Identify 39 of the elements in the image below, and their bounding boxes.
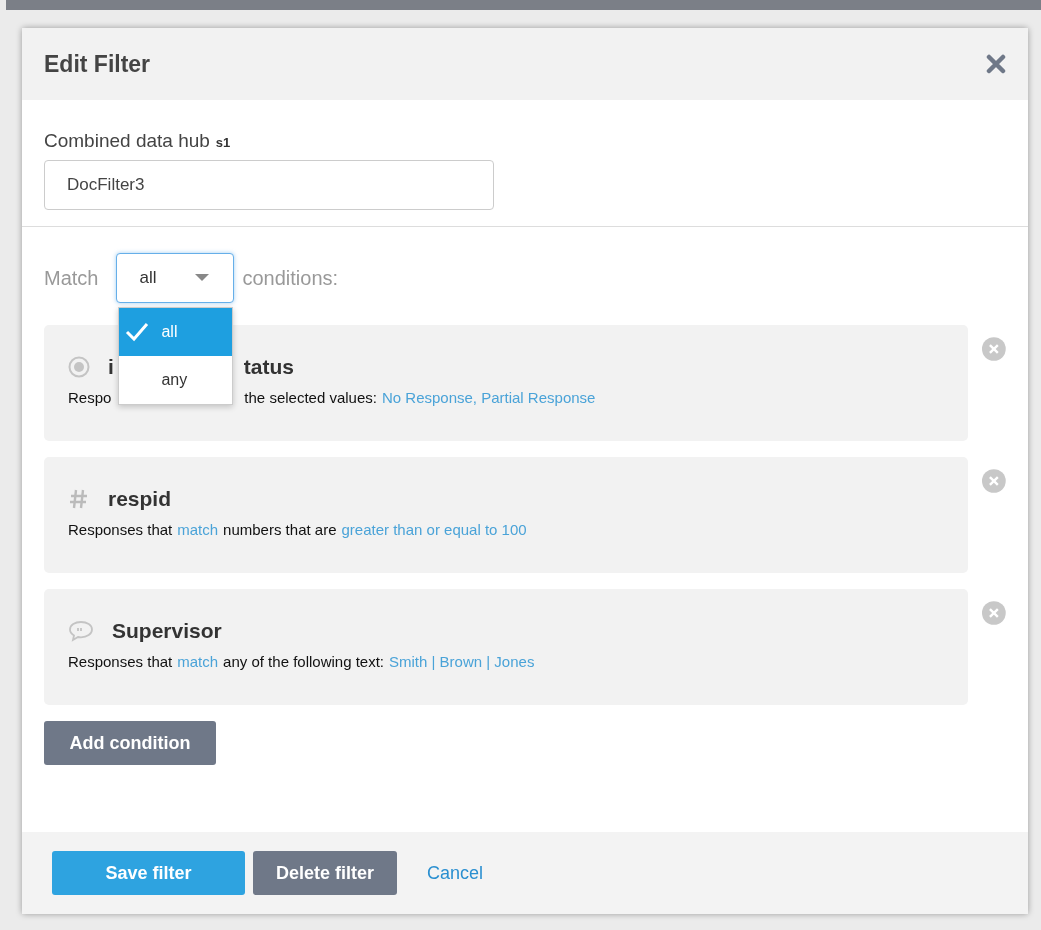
check-icon — [125, 322, 150, 342]
condition-title: respid — [108, 487, 172, 511]
speech-bubble-icon — [68, 620, 94, 642]
condition-text: the selected values: — [244, 389, 377, 406]
condition-card[interactable]: Supervisor Responses that match any of the following text: Smith | Brown | Jones — [44, 589, 969, 705]
field-label: Combined data hub — [44, 130, 210, 152]
condition-title: tatus — [243, 355, 295, 379]
dialog-title: Edit Filter — [44, 50, 151, 78]
remove-icon[interactable] — [982, 601, 1006, 625]
radio-icon — [68, 356, 90, 378]
caret-icon — [195, 274, 210, 282]
close-icon[interactable] — [986, 54, 1006, 74]
condition-card[interactable]: respid Responses that match numbers that are greater than or equal to 100 — [44, 457, 969, 573]
condition-text: Respo — [68, 389, 112, 406]
condition-title: Supervisor — [112, 619, 222, 643]
condition-link[interactable]: greater than or equal to 100 — [341, 521, 527, 538]
condition-title: i — [108, 355, 114, 379]
condition-link[interactable]: match — [177, 653, 219, 670]
cancel-link[interactable]: Cancel — [405, 851, 506, 895]
save-button[interactable]: Save filter — [52, 851, 245, 895]
condition-text: any of the following text: — [223, 653, 385, 670]
remove-icon[interactable] — [982, 469, 1006, 493]
condition-link[interactable]: Smith | Brown | Jones — [389, 653, 535, 670]
condition-text: numbers that are — [223, 521, 337, 538]
match-label: Match — [44, 266, 99, 290]
condition-text: Responses that — [68, 653, 173, 670]
filter-name-field[interactable]: DocFilter3 — [44, 160, 494, 210]
condition-link[interactable]: No Response, Partial Response — [381, 389, 596, 406]
match-suffix: conditions: — [242, 266, 339, 290]
condition-link[interactable]: match — [177, 521, 219, 538]
remove-icon[interactable] — [982, 337, 1006, 361]
condition-text: Responses that — [68, 521, 173, 538]
hash-icon — [68, 488, 90, 510]
add-condition-button[interactable]: Add condition — [44, 721, 216, 765]
dropdown-option[interactable]: all — [119, 308, 233, 356]
field-tag: s1 — [215, 135, 231, 150]
dropdown-option[interactable]: any — [119, 356, 233, 404]
match-select[interactable]: all — [116, 253, 235, 303]
delete-button[interactable]: Delete filter — [253, 851, 397, 895]
